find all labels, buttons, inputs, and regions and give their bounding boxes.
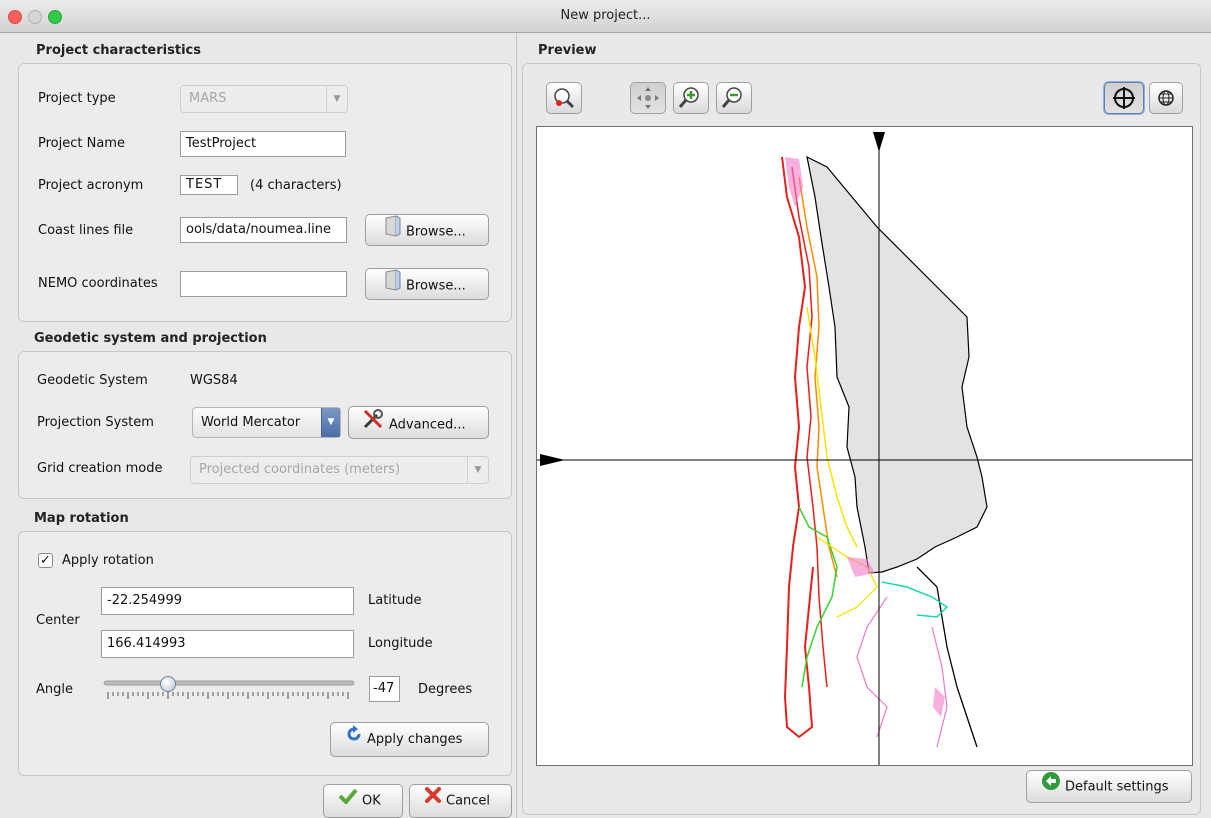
chevron-down-icon: ▼: [467, 457, 488, 483]
globe-icon: [1150, 90, 1182, 117]
tools-icon: [361, 407, 385, 443]
longitude-label: Longitude: [368, 636, 433, 651]
coast-lines-browse-button[interactable]: Browse...: [365, 214, 489, 246]
default-settings-button[interactable]: Default settings: [1026, 770, 1192, 803]
globe-toggle-button[interactable]: [1149, 82, 1183, 114]
latitude-input[interactable]: -22.254999: [101, 587, 354, 615]
refresh-icon: [345, 723, 363, 756]
window-title: New project...: [560, 8, 651, 23]
open-file-icon: [384, 269, 402, 303]
nemo-browse-button[interactable]: Browse...: [365, 268, 489, 300]
project-type-select[interactable]: MARS ▼: [180, 85, 348, 113]
longitude-input[interactable]: 166.414993: [101, 630, 354, 658]
chevron-down-icon: ▼: [326, 86, 347, 112]
grid-creation-mode-label: Grid creation mode: [37, 461, 163, 476]
section-title-map-rotation: Map rotation: [34, 511, 129, 526]
project-acronym-input[interactable]: TEST: [180, 175, 238, 195]
angle-slider[interactable]: [102, 674, 356, 700]
angle-input[interactable]: -47: [369, 676, 400, 702]
latitude-label: Latitude: [368, 593, 422, 608]
nemo-coordinates-label: NEMO coordinates: [38, 276, 158, 291]
advanced-projection-button[interactable]: Advanced...: [348, 406, 489, 439]
section-title-preview: Preview: [538, 43, 597, 58]
acronym-hint: (4 characters): [250, 178, 342, 193]
coast-lines-file-input[interactable]: ools/data/noumea.line: [180, 217, 347, 243]
preview-toolbar: [536, 80, 1193, 120]
geodetic-system-value: WGS84: [190, 373, 238, 388]
projection-system-select[interactable]: World Mercator ▼: [192, 407, 341, 438]
checkmark-icon: [338, 785, 358, 817]
close-icon: [424, 785, 442, 817]
coast-lines-label: Coast lines file: [38, 223, 134, 238]
apply-rotation-checkbox[interactable]: ✓: [38, 553, 53, 568]
geodetic-system-label: Geodetic System: [37, 373, 148, 388]
project-type-label: Project type: [38, 91, 116, 106]
pan-arrows-icon: [631, 87, 665, 117]
zoom-out-icon: [717, 87, 751, 117]
magnifier-reset-icon: [547, 88, 581, 117]
cancel-button[interactable]: Cancel: [409, 784, 512, 818]
crosshair-toggle-button[interactable]: [1104, 82, 1144, 114]
window-title-bar: New project...: [0, 0, 1211, 33]
grid-creation-mode-select[interactable]: Projected coordinates (meters) ▼: [190, 456, 489, 484]
project-name-label: Project Name: [38, 136, 125, 151]
pan-button[interactable]: [630, 82, 666, 114]
section-title-project-characteristics: Project characteristics: [36, 43, 201, 58]
projection-system-label: Projection System: [37, 415, 154, 430]
apply-changes-button[interactable]: Apply changes: [330, 722, 489, 757]
apply-rotation-label: Apply rotation: [62, 553, 154, 568]
crosshair-icon: [1105, 87, 1143, 117]
chevron-down-icon: ▼: [321, 408, 340, 437]
back-arrow-icon: [1041, 771, 1061, 803]
zoom-in-button[interactable]: [673, 82, 709, 114]
ok-button[interactable]: OK: [323, 784, 403, 818]
angle-label: Angle: [36, 682, 73, 697]
zoom-reset-button[interactable]: [546, 82, 582, 114]
project-name-input[interactable]: TestProject: [180, 131, 346, 157]
slider-thumb[interactable]: [160, 676, 176, 692]
degrees-label: Degrees: [418, 682, 473, 697]
section-title-geodetic: Geodetic system and projection: [34, 331, 267, 346]
project-acronym-label: Project acronym: [38, 178, 144, 193]
center-label: Center: [36, 613, 80, 628]
open-file-icon: [384, 215, 402, 249]
zoom-in-icon: [674, 87, 708, 117]
map-preview-canvas[interactable]: [536, 126, 1193, 766]
zoom-out-button[interactable]: [716, 82, 752, 114]
nemo-coordinates-input[interactable]: [180, 271, 347, 297]
